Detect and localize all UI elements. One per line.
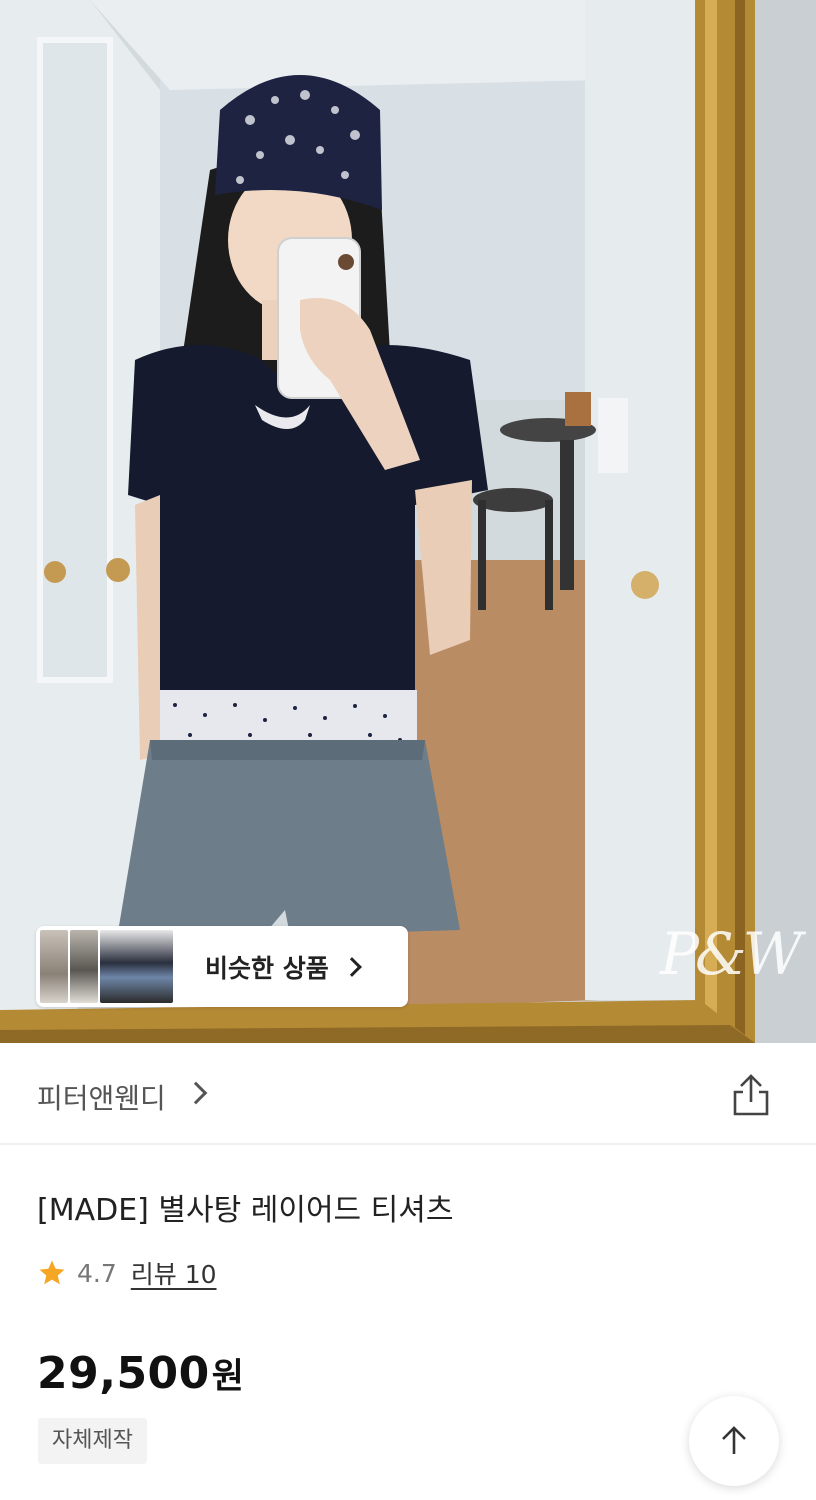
similar-products-button[interactable]: 비슷한 상품 [36, 926, 408, 1007]
brand-watermark: P&W [660, 920, 802, 988]
star-icon [39, 1260, 65, 1285]
rating-value: 4.7 [77, 1258, 117, 1288]
similar-thumbnail [100, 930, 173, 1003]
similar-products-label: 비슷한 상품 [205, 953, 329, 983]
chevron-right-icon [341, 956, 362, 977]
rating-row: 4.7 리뷰 10 [37, 1255, 217, 1291]
price: 29,500 원 [37, 1348, 244, 1399]
similar-products-thumbnails [40, 930, 175, 1003]
product-title: [MADE] 별사탕 레이어드 티셔츠 [37, 1193, 454, 1228]
price-currency: 원 [211, 1357, 244, 1397]
brand-link[interactable]: 피터앤웬디 [37, 1077, 166, 1117]
product-main-image[interactable]: P&W 비슷한 상품 [0, 0, 816, 1043]
similar-thumbnail [70, 930, 98, 1003]
product-tag-badge: 자체제작 [38, 1418, 147, 1464]
review-count-link[interactable]: 리뷰 10 [131, 1255, 217, 1291]
product-photo-illustration [0, 0, 816, 1043]
share-icon[interactable] [730, 1073, 772, 1121]
chevron-right-icon[interactable] [184, 1081, 208, 1105]
brand-row: 피터앤웬디 [0, 1043, 816, 1145]
similar-thumbnail [40, 930, 68, 1003]
scroll-to-top-button[interactable] [689, 1396, 779, 1486]
arrow-up-icon [722, 1426, 746, 1454]
price-amount: 29,500 [37, 1348, 210, 1399]
